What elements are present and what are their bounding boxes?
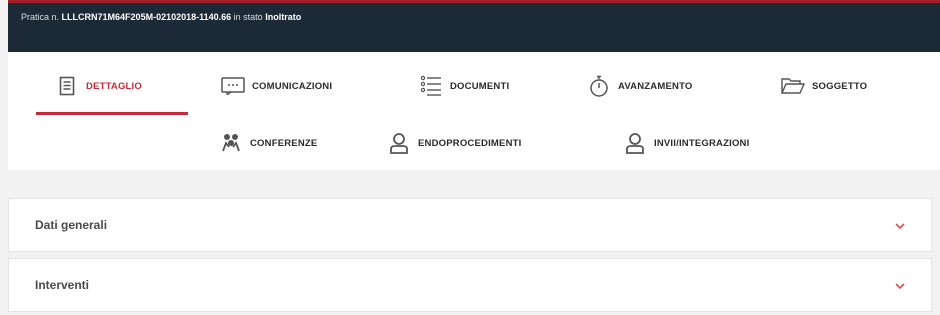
pratica-info: Pratica n. LLLCRN71M64F205M-02102018-114… <box>21 12 301 22</box>
tab-label: SOGGETTO <box>812 80 868 92</box>
tab-label: ENDOPROCEDIMENTI <box>418 137 522 149</box>
section-interventi[interactable]: Interventi <box>8 258 932 312</box>
chevron-down-icon[interactable] <box>893 279 907 293</box>
section-title: Interventi <box>35 278 90 292</box>
tab-comunicazioni[interactable]: COMUNICAZIONI <box>220 73 332 99</box>
document-icon <box>54 74 80 98</box>
tab-label: COMUNICAZIONI <box>252 80 333 92</box>
stopwatch-icon <box>586 74 612 98</box>
status-header: Pratica n. LLLCRN71M64F205M-02102018-114… <box>8 0 940 52</box>
tab-label: INVII/INTEGRAZIONI <box>654 137 750 149</box>
user-icon <box>622 131 648 155</box>
tab-documenti[interactable]: DOCUMENTI <box>418 73 509 99</box>
pratica-status: Inoltrato <box>265 12 302 22</box>
list-icon <box>418 74 444 98</box>
tab-endoprocedimenti[interactable]: ENDOPROCEDIMENTI <box>386 130 521 156</box>
chevron-down-icon[interactable] <box>893 219 907 233</box>
section-title: Dati generali <box>35 218 108 232</box>
pratica-prefix: Pratica n. <box>21 12 60 22</box>
pratica-state-label: in stato <box>233 12 263 22</box>
section-dati-generali[interactable]: Dati generali <box>8 198 932 252</box>
tab-label: CONFERENZE <box>250 137 318 149</box>
tab-label: DOCUMENTI <box>450 80 510 92</box>
tab-dettaglio[interactable]: DETTAGLIO <box>54 73 142 99</box>
message-icon <box>220 74 246 98</box>
tab-bar: DETTAGLIO COMUNICAZIONI DOCUMENTI AVANZA… <box>8 52 940 170</box>
folder-icon <box>780 74 806 98</box>
active-tab-indicator <box>36 112 188 115</box>
tab-label: AVANZAMENTO <box>618 80 693 92</box>
tab-soggetto[interactable]: SOGGETTO <box>780 73 867 99</box>
meeting-icon <box>218 131 244 155</box>
tab-conferenze[interactable]: CONFERENZE <box>218 130 317 156</box>
pratica-code: LLLCRN71M64F205M-02102018-1140.66 <box>61 12 232 22</box>
tab-label: DETTAGLIO <box>86 80 142 92</box>
tab-avanzamento[interactable]: AVANZAMENTO <box>586 73 693 99</box>
tab-invii-integrazioni[interactable]: INVII/INTEGRAZIONI <box>622 130 749 156</box>
user-icon <box>386 131 412 155</box>
